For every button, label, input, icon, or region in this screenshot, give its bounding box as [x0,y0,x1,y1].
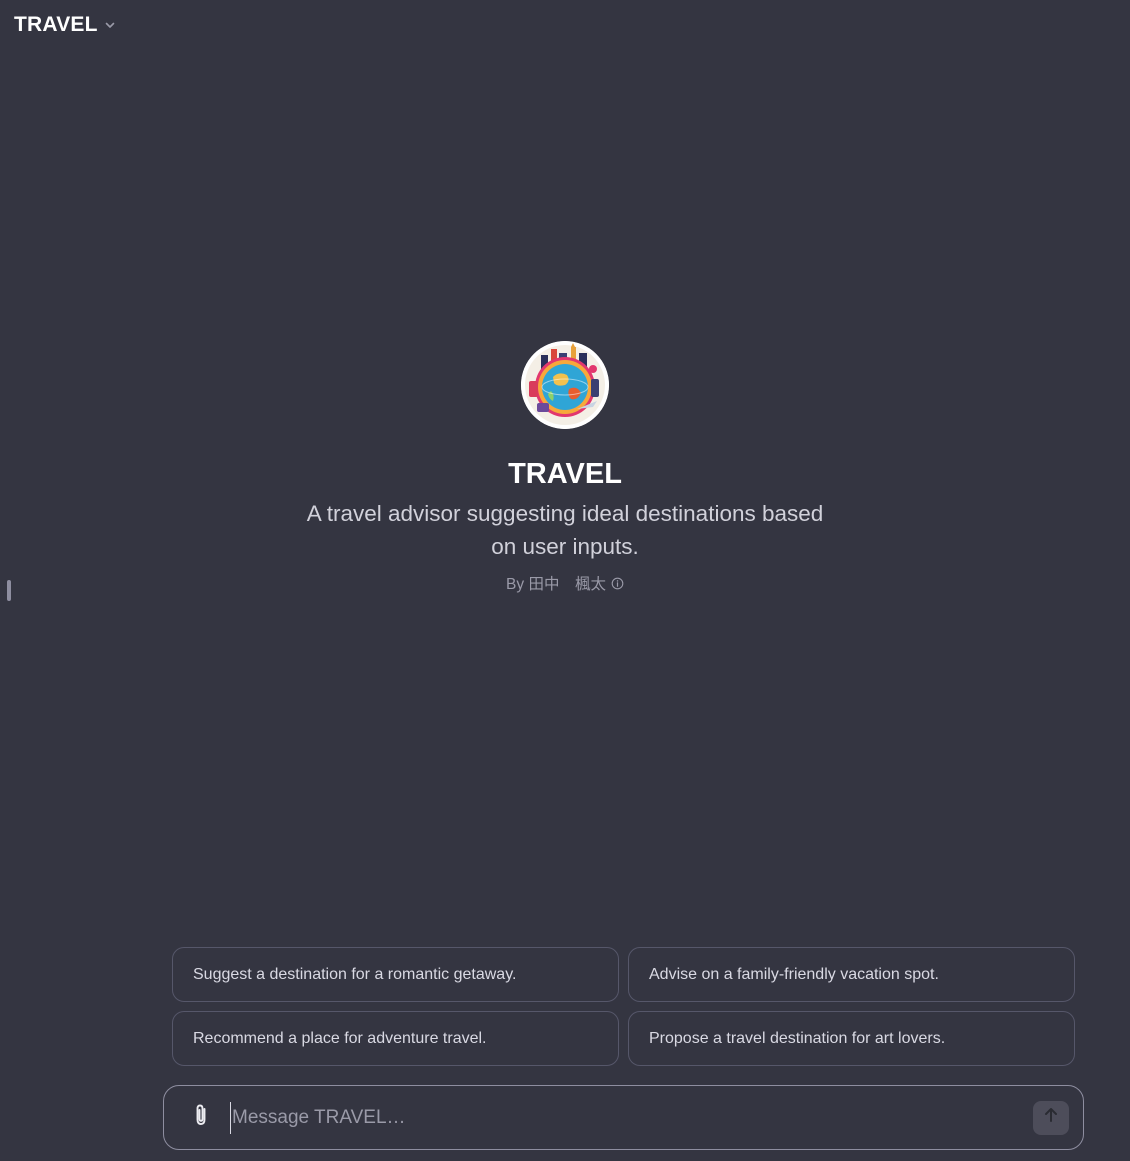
starter-romantic-getaway[interactable]: Suggest a destination for a romantic get… [172,947,619,1002]
info-icon[interactable] [611,577,624,590]
model-name: TRAVEL [14,13,98,36]
paperclip-icon [190,1103,212,1132]
gpt-author-line: By 田中 楓太 [506,572,624,594]
message-composer [163,1085,1084,1150]
chat-app: TRAVEL TRAVEL A travel advisor suggestin… [0,0,1130,1161]
gpt-author: By 田中 楓太 [506,576,606,593]
gpt-title: TRAVEL [508,458,622,490]
attach-button[interactable] [186,1103,216,1133]
chevron-down-icon [104,19,116,31]
starter-art-lovers[interactable]: Propose a travel destination for art lov… [628,1011,1075,1066]
globe-travel-avatar [521,341,609,429]
gpt-intro: TRAVEL A travel advisor suggesting ideal… [0,341,1130,594]
model-selector[interactable]: TRAVEL [10,8,120,42]
send-button[interactable] [1033,1100,1069,1135]
conversation-starters: Suggest a destination for a romantic get… [172,947,1075,1066]
message-input[interactable] [230,1101,1023,1134]
arrow-up-icon [1042,1106,1060,1129]
gpt-description: A travel advisor suggesting ideal destin… [306,501,824,559]
starter-family-vacation[interactable]: Advise on a family-friendly vacation spo… [628,947,1075,1002]
starter-adventure-travel[interactable]: Recommend a place for adventure travel. [172,1011,619,1066]
